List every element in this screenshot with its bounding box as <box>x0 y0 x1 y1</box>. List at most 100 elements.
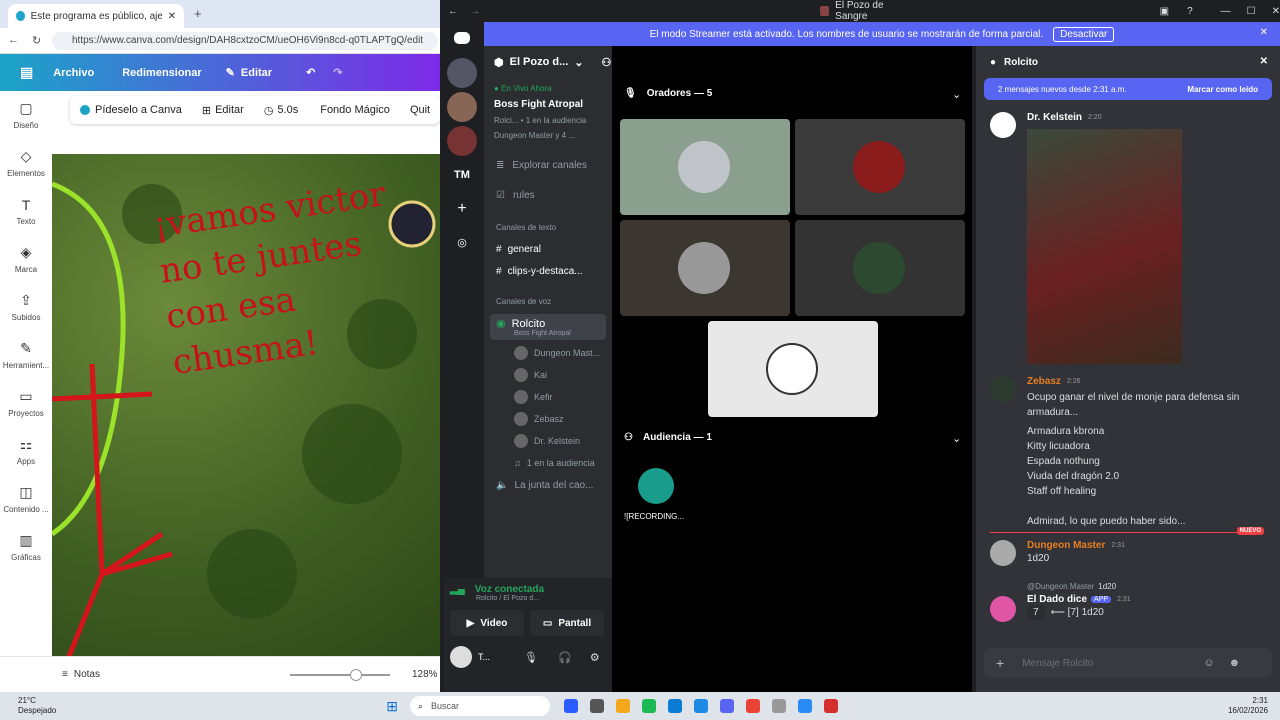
attached-image[interactable] <box>1027 129 1182 364</box>
channel-rules[interactable]: ☑ rules <box>484 180 612 210</box>
taskbar-app-icon[interactable] <box>693 699 708 713</box>
discord-home-icon[interactable] <box>440 22 484 54</box>
voice-user[interactable]: Zebasz <box>484 408 612 430</box>
minimize-button[interactable]: — <box>1221 6 1231 17</box>
speaker-tile[interactable] <box>795 119 965 215</box>
voice-user[interactable]: Kefir <box>484 386 612 408</box>
edit-button[interactable]: Editar <box>215 104 244 116</box>
maximize-button[interactable]: ☐ <box>1247 6 1256 17</box>
back-icon[interactable]: ← <box>8 34 19 46</box>
taskbar-app-icon[interactable] <box>719 699 734 713</box>
sidebar-item[interactable]: ◈ Marca <box>0 235 52 283</box>
reply-reference[interactable]: @Dungeon Master 1d20 <box>1027 582 1131 591</box>
sidebar-item[interactable]: ▥ Gráficas <box>0 523 52 571</box>
audience-avatar[interactable] <box>638 468 674 504</box>
server-tm[interactable]: TM <box>447 160 477 190</box>
chevron-down-icon[interactable]: ⌄ <box>952 88 961 101</box>
sidebar-item[interactable]: ⚏ Apps <box>0 427 52 475</box>
taskbar-app-icon[interactable] <box>641 699 656 713</box>
taskbar-app-icon[interactable] <box>771 699 786 713</box>
zoom-slider[interactable] <box>289 668 390 681</box>
sidebar-item[interactable]: ◇ Elementos <box>0 139 52 187</box>
menu-icon[interactable]: ▤ <box>20 64 33 81</box>
remove-button[interactable]: Quit <box>410 104 430 116</box>
plus-icon[interactable]: + <box>996 655 1004 671</box>
close-icon[interactable]: ✕ <box>168 11 176 22</box>
close-icon[interactable]: ✕ <box>1260 56 1268 67</box>
close-icon[interactable]: ✕ <box>1260 27 1268 38</box>
voice-channel-rolcito[interactable]: ◉ Rolcito Boss Fight Atropal <box>490 314 606 340</box>
gear-icon[interactable]: ⚙ <box>590 651 600 664</box>
undo-icon[interactable]: ↶ <box>306 66 315 79</box>
emoji-icon[interactable]: ☻ <box>1229 657 1241 669</box>
channel-clips[interactable]: # clips-y-destaca... <box>484 260 612 282</box>
explore-channels[interactable]: ≣ Explorar canales <box>484 150 612 180</box>
avatar[interactable] <box>990 596 1016 622</box>
add-server-icon[interactable]: + <box>447 194 477 224</box>
chevron-down-icon[interactable]: ⌄ <box>952 432 961 445</box>
voice-channel-junta[interactable]: 🔈 La junta del cao... <box>484 474 612 496</box>
sidebar-item[interactable]: ✎ Herramient... <box>0 331 52 379</box>
taskbar-app-icon[interactable] <box>745 699 760 713</box>
edit-menu[interactable]: Editar <box>241 67 272 79</box>
sidebar-item[interactable]: ▢ Diseño <box>0 91 52 139</box>
speakers-header[interactable]: 🎙 Oradores — 5 <box>624 88 712 99</box>
inbox-icon[interactable]: ▣ <box>1160 6 1169 17</box>
channel-general[interactable]: # general <box>484 238 612 260</box>
audience-header[interactable]: ⚇ Audiencia — 1 <box>624 432 712 443</box>
avatar[interactable] <box>990 112 1016 138</box>
mic-icon[interactable]: 🎙 <box>524 651 538 664</box>
voice-user[interactable]: Dr. Kelstein <box>484 430 612 452</box>
message-author[interactable]: Dr. Kelstein <box>1027 112 1082 123</box>
search-box[interactable]: ⌕ Buscar <box>409 696 550 716</box>
help-icon[interactable]: ? <box>1187 6 1193 17</box>
taskbar-app-icon[interactable] <box>615 699 630 713</box>
server-header[interactable]: ⬢ El Pozo d... ⌄ ⚇ <box>484 46 612 78</box>
voice-status[interactable]: ▂▄ Voz conectada <box>450 584 606 595</box>
browser-tab[interactable]: Este programa es público, ajeno a ✕ <box>8 4 184 28</box>
new-tab-button[interactable]: + <box>194 6 202 21</box>
avatar[interactable] <box>990 376 1016 402</box>
explore-icon[interactable]: ◎ <box>447 228 477 258</box>
server-icon[interactable] <box>447 92 477 122</box>
back-icon[interactable]: ← <box>448 6 458 17</box>
taskbar-app-icon[interactable] <box>589 699 604 713</box>
zoom-level[interactable]: 128% <box>412 669 438 680</box>
file-menu[interactable]: Archivo <box>53 67 94 79</box>
voice-user[interactable]: Kai <box>484 364 612 386</box>
close-button[interactable]: ✕ <box>1272 6 1280 17</box>
message-author[interactable]: Dungeon Master <box>1027 540 1105 551</box>
reload-icon[interactable]: ↻ <box>32 34 41 47</box>
video-button[interactable]: ▶ Video <box>450 610 524 636</box>
battle-map-image[interactable]: ¡vamos victor no te juntes con esa chusm… <box>52 154 440 656</box>
deactivate-button[interactable]: Desactivar <box>1053 26 1115 42</box>
server-icon[interactable] <box>447 58 477 88</box>
ask-canva-button[interactable]: Pídeselo a Canva <box>95 104 182 116</box>
sidebar-item[interactable]: T Texto <box>0 187 52 235</box>
speaker-tile[interactable] <box>708 321 878 417</box>
magic-background-button[interactable]: Fondo Mágico <box>320 104 390 116</box>
windows-start-icon[interactable]: ⊞ <box>386 698 398 715</box>
sticker-icon[interactable]: ☺ <box>1203 657 1214 669</box>
server-icon[interactable] <box>447 126 477 156</box>
duration-button[interactable]: 5.0s <box>277 104 298 116</box>
sidebar-item[interactable]: ◫ Contenido ... <box>0 475 52 523</box>
add-user-icon[interactable]: ⚇ <box>602 56 612 69</box>
taskbar-app-icon[interactable] <box>563 699 578 713</box>
voice-channels-header[interactable]: Canales de voz <box>484 290 612 312</box>
live-event-card[interactable]: ● En Vivo Ahora Boss Fight Atropal Rolci… <box>484 78 612 146</box>
mark-read-button[interactable]: Marcar como leído <box>1187 85 1258 94</box>
taskbar-app-icon[interactable] <box>667 699 682 713</box>
avatar[interactable] <box>450 646 472 668</box>
speaker-tile[interactable] <box>620 220 790 316</box>
new-messages-bar[interactable]: 2 mensajes nuevos desde 2:31 a.m. Marcar… <box>984 78 1272 100</box>
taskbar-app-icon[interactable] <box>797 699 812 713</box>
taskbar-app-icon[interactable] <box>823 699 838 713</box>
headset-icon[interactable]: 🎧 <box>558 651 572 664</box>
voice-user[interactable]: Dungeon Mast... <box>484 342 612 364</box>
redo-icon[interactable]: ↷ <box>333 66 342 79</box>
url-field[interactable]: https://www.canva.com/design/DAH8cxtzoCM… <box>52 32 438 50</box>
forward-icon[interactable]: → <box>470 6 480 17</box>
clock[interactable]: 2:31 16/02/2026 <box>1228 696 1268 716</box>
resize-button[interactable]: Redimensionar <box>122 67 201 79</box>
